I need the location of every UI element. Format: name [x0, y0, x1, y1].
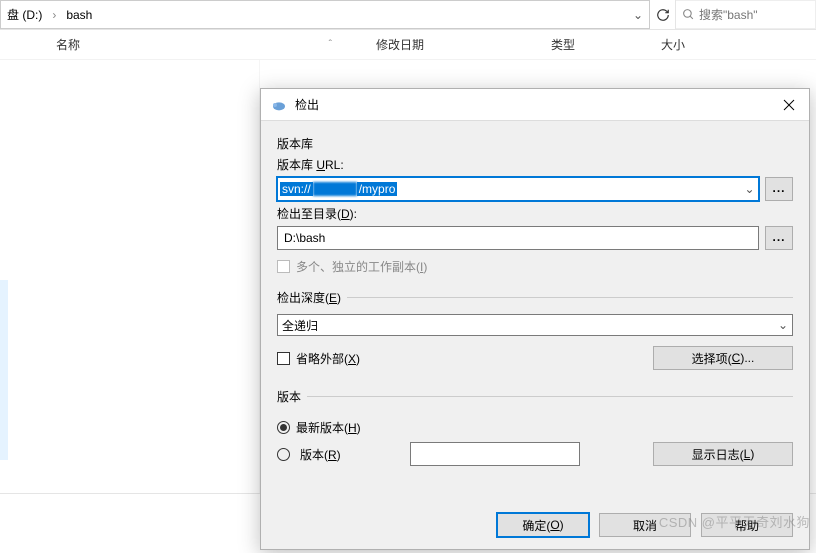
- checkout-dir-input[interactable]: [277, 226, 759, 250]
- depth-legend: 检出深度(E): [277, 289, 347, 306]
- chevron-down-icon[interactable]: ⌄: [740, 182, 758, 196]
- chevron-down-icon: ⌄: [778, 318, 788, 332]
- file-list-area: [0, 60, 260, 493]
- tortoise-icon: [271, 97, 287, 113]
- refresh-button[interactable]: [650, 0, 676, 29]
- choose-items-button[interactable]: 选择项(C)...: [653, 346, 793, 370]
- search-input[interactable]: 搜索"bash": [676, 0, 816, 29]
- help-button[interactable]: 帮助: [701, 513, 793, 537]
- multi-wc-checkbox: 多个、独立的工作副本(I): [277, 258, 427, 275]
- breadcrumb-folder[interactable]: bash: [60, 8, 98, 22]
- head-revision-radio[interactable]: [277, 421, 290, 434]
- repo-group-label: 版本库: [277, 135, 793, 152]
- column-name[interactable]: 名称: [56, 36, 80, 53]
- omit-externals-checkbox[interactable]: 省略外部(X): [277, 350, 360, 367]
- column-modified[interactable]: 修改日期: [360, 36, 535, 53]
- checkout-dialog: 检出 版本库 版本库 URL: svn:// /mypro ⌄ ... 检出至目…: [260, 88, 810, 550]
- search-placeholder: 搜索"bash": [699, 6, 758, 23]
- url-host-redacted: [313, 182, 357, 196]
- chevron-down-icon[interactable]: ⌄: [627, 8, 649, 22]
- revision-legend: 版本: [277, 388, 307, 405]
- address-bar[interactable]: 盘 (D:) › bash ⌄: [0, 0, 650, 29]
- dialog-title: 检出: [295, 96, 769, 113]
- browse-url-button[interactable]: ...: [765, 177, 793, 201]
- close-button[interactable]: [769, 89, 809, 121]
- show-log-button[interactable]: 显示日志(L): [653, 442, 793, 466]
- depth-select[interactable]: 全递归 ⌄: [277, 314, 793, 336]
- url-label: 版本库 URL:: [277, 156, 793, 173]
- head-revision-label: 最新版本(H): [296, 419, 361, 436]
- search-icon: [682, 8, 695, 21]
- url-prefix: svn://: [280, 182, 313, 196]
- close-icon: [783, 99, 795, 111]
- browse-dir-button[interactable]: ...: [765, 226, 793, 250]
- url-suffix: /mypro: [357, 182, 398, 196]
- chevron-right-icon: ›: [48, 8, 60, 22]
- column-type[interactable]: 类型: [535, 36, 645, 53]
- repo-url-combo[interactable]: svn:// /mypro ⌄: [277, 177, 759, 201]
- column-size[interactable]: 大小: [645, 36, 701, 53]
- checkout-dir-label: 检出至目录(D):: [277, 205, 793, 222]
- number-revision-radio[interactable]: [277, 448, 290, 461]
- cancel-button[interactable]: 取消: [599, 513, 691, 537]
- depth-value: 全递归: [282, 317, 318, 334]
- column-headers: 名称 ˆ 修改日期 类型 大小: [0, 30, 816, 60]
- sort-indicator-icon: ˆ: [329, 39, 344, 50]
- breadcrumb-drive[interactable]: 盘 (D:): [1, 6, 48, 23]
- revision-number-input[interactable]: [410, 442, 580, 466]
- ok-button[interactable]: 确定(O): [497, 513, 589, 537]
- number-revision-label: 版本(R): [300, 446, 400, 463]
